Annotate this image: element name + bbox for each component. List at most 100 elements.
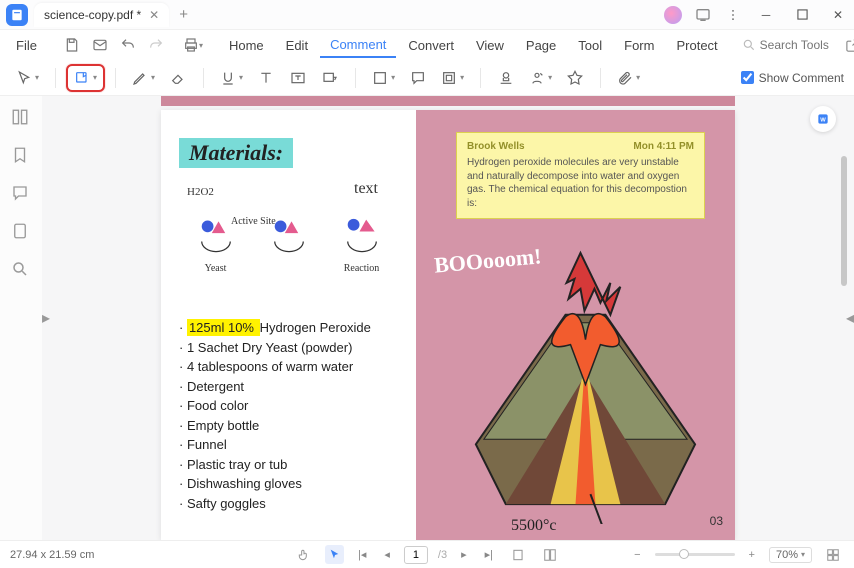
underline-tool[interactable]: ▾: [214, 64, 249, 92]
menu-convert[interactable]: Convert: [398, 34, 464, 57]
left-sidebar: [0, 96, 42, 540]
tab-title: science-copy.pdf *: [44, 8, 141, 22]
zoom-percent[interactable]: 70%▾: [769, 547, 812, 563]
text-tool[interactable]: [251, 64, 281, 92]
redo-icon[interactable]: [145, 34, 167, 56]
menu-home[interactable]: Home: [219, 34, 274, 57]
zoom-slider-thumb[interactable]: [679, 549, 689, 559]
mail-icon[interactable]: [89, 34, 111, 56]
zoom-in-icon[interactable]: +: [745, 547, 759, 563]
undo-icon[interactable]: [117, 34, 139, 56]
expand-right-icon[interactable]: ◂: [846, 308, 854, 328]
show-comment-checkbox[interactable]: [741, 71, 754, 84]
menu-protect[interactable]: Protect: [666, 34, 727, 57]
attachments-panel-icon[interactable]: [11, 222, 31, 242]
zoom-slider[interactable]: [655, 553, 735, 556]
fit-page-icon[interactable]: [539, 546, 561, 564]
page-number: 03: [710, 514, 723, 528]
reaction-diagram: text H2O2 Active Site Yeast Reaction: [179, 188, 398, 288]
maximize-button[interactable]: [786, 1, 818, 29]
diagram-h2o2-label: H2O2: [187, 186, 214, 198]
first-page-icon[interactable]: |◂: [354, 546, 370, 563]
menu-file[interactable]: File: [8, 34, 45, 57]
main-area: ▸ Materials: text H2O2 Active Site Yeast: [0, 96, 854, 540]
menu-form[interactable]: Form: [614, 34, 664, 57]
menu-edit[interactable]: Edit: [276, 34, 318, 57]
list-item: Empty bottle: [179, 416, 398, 436]
list-item: Food color: [179, 396, 398, 416]
zoom-out-icon[interactable]: −: [630, 547, 644, 563]
print-icon[interactable]: ▾: [183, 34, 203, 56]
search-panel-icon[interactable]: [11, 260, 31, 280]
comment-popup[interactable]: Brook Wells Mon 4:11 PM Hydrogen peroxid…: [456, 132, 705, 219]
scrollbar[interactable]: [841, 156, 847, 530]
page-left-column: Materials: text H2O2 Active Site Yeast: [161, 110, 416, 540]
search-tools[interactable]: [742, 38, 840, 52]
view-mode-icon[interactable]: [822, 546, 844, 564]
scrollbar-thumb[interactable]: [841, 156, 847, 286]
prev-page-icon[interactable]: ◂: [380, 546, 394, 563]
stamp-custom-tool[interactable]: [560, 64, 590, 92]
list-item: 4 tablespoons of warm water: [179, 357, 398, 377]
feedback-icon[interactable]: [690, 3, 716, 27]
eraser-tool[interactable]: [163, 64, 193, 92]
save-icon[interactable]: [61, 34, 83, 56]
pencil-tool[interactable]: ▾: [126, 64, 161, 92]
close-window-button[interactable]: ✕: [822, 1, 854, 29]
stamp-tool[interactable]: [491, 64, 521, 92]
select-tool[interactable]: ▾: [10, 64, 45, 92]
title-bar: science-copy.pdf * ✕ + ─ ✕: [0, 0, 854, 30]
search-tools-input[interactable]: [760, 38, 840, 52]
select-mode-icon[interactable]: [325, 545, 344, 564]
comment-toolbar: ▾ ▾ ▾ ▾ ▾ ▾ ▾ ▾ Show Comment: [0, 60, 854, 96]
callout-tool[interactable]: [315, 64, 345, 92]
last-page-icon[interactable]: ▸|: [481, 546, 497, 563]
menu-comment[interactable]: Comment: [320, 33, 396, 58]
comment-author: Brook Wells: [467, 141, 525, 152]
list-item: 125ml 10% Hydrogen Peroxide: [179, 318, 398, 338]
menu-view[interactable]: View: [466, 34, 514, 57]
show-comment-label: Show Comment: [759, 71, 844, 85]
menu-page[interactable]: Page: [516, 34, 566, 57]
text-box-tool[interactable]: [283, 64, 313, 92]
fit-width-icon[interactable]: [507, 546, 529, 564]
speech-bubble-tool[interactable]: [403, 64, 433, 92]
page-number-input[interactable]: [404, 546, 428, 564]
next-page-icon[interactable]: ▸: [457, 546, 471, 563]
minimize-button[interactable]: ─: [750, 1, 782, 29]
list-item: Detergent: [179, 377, 398, 397]
kebab-menu-icon[interactable]: [720, 3, 746, 27]
document-viewport[interactable]: Materials: text H2O2 Active Site Yeast: [42, 96, 854, 540]
list-item: Safty goggles: [179, 494, 398, 514]
thumbnails-icon[interactable]: [11, 108, 31, 128]
temperature-label: 5500°c: [511, 517, 557, 535]
shape-tool[interactable]: ▾: [366, 64, 401, 92]
comments-panel-icon[interactable]: [11, 184, 31, 204]
volcano-illustration: [436, 245, 715, 524]
close-tab-icon[interactable]: ✕: [149, 8, 159, 22]
page-total: /3: [438, 549, 447, 561]
svg-text:W: W: [820, 117, 826, 123]
ai-assistant-badge[interactable]: W: [810, 106, 836, 132]
profile-icon[interactable]: [660, 3, 686, 27]
list-item: Plastic tray or tub: [179, 455, 398, 475]
comment-body: Hydrogen peroxide molecules are very uns…: [467, 156, 694, 210]
hand-tool-icon[interactable]: [293, 546, 315, 564]
diagram-active-site-label: Active Site: [231, 216, 276, 227]
document-tab[interactable]: science-copy.pdf * ✕: [34, 3, 169, 27]
signature-tool[interactable]: ▾: [523, 64, 558, 92]
list-item: Funnel: [179, 435, 398, 455]
diagram-text-label: text: [354, 180, 378, 198]
page-dimensions: 27.94 x 21.59 cm: [10, 549, 94, 561]
highlight-annotation[interactable]: 125ml 10%: [187, 319, 260, 336]
app-icon: [6, 4, 28, 26]
new-tab-button[interactable]: +: [179, 6, 188, 23]
note-tool[interactable]: ▾: [66, 64, 105, 92]
show-comment-toggle[interactable]: Show Comment: [741, 71, 844, 85]
external-link-icon[interactable]: [842, 34, 854, 56]
document-page: Materials: text H2O2 Active Site Yeast: [161, 110, 735, 540]
attachment-tool[interactable]: ▾: [611, 64, 646, 92]
menu-tool[interactable]: Tool: [568, 34, 612, 57]
bookmarks-icon[interactable]: [11, 146, 31, 166]
highlight-area-tool[interactable]: ▾: [435, 64, 470, 92]
